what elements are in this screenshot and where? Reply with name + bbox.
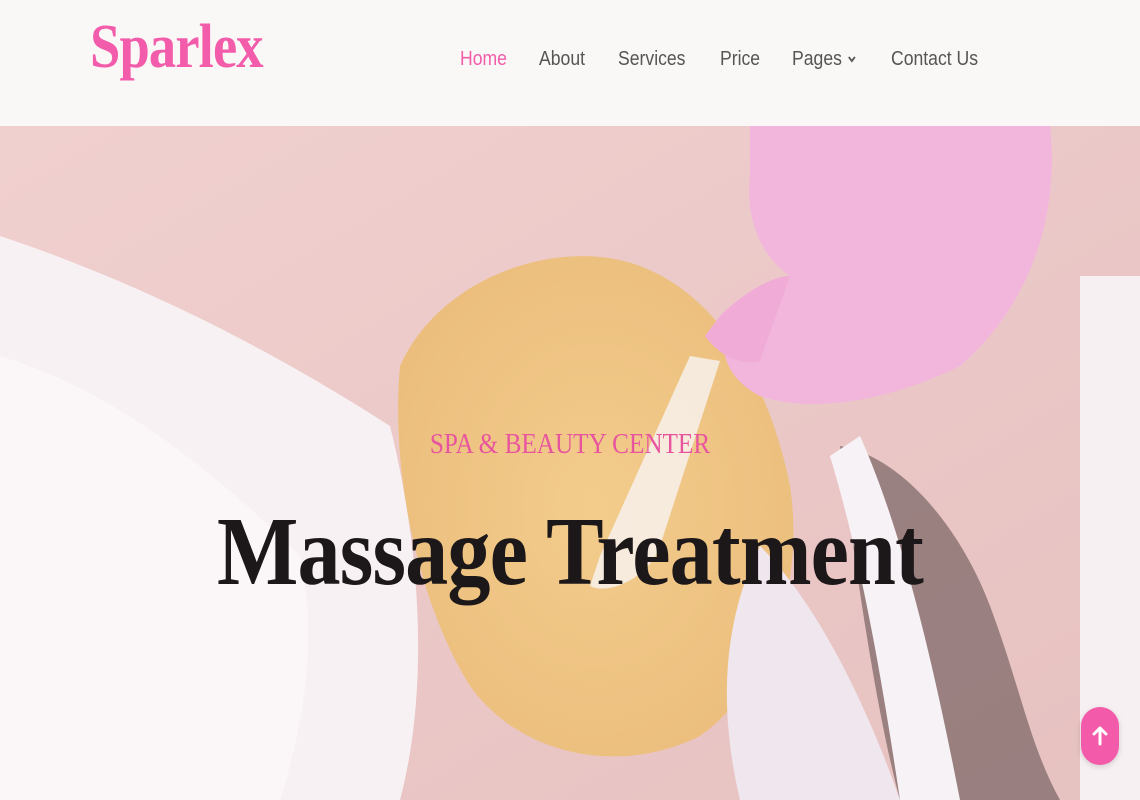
nav-item-label: Services <box>617 47 686 70</box>
site-header: Sparlex Home About Services Price Pages … <box>0 0 1140 126</box>
nav-item-label: Pages <box>791 47 842 70</box>
nav-item-home[interactable]: Home <box>460 48 507 71</box>
hero-banner: SPA & BEAUTY CENTER Massage Treatment <box>0 126 1140 800</box>
site-logo[interactable]: Sparlex <box>90 12 264 83</box>
chevron-down-icon <box>847 56 856 63</box>
main-nav: Home About Services Price Pages Contact … <box>460 44 1016 74</box>
nav-item-services[interactable]: Services <box>618 48 685 71</box>
nav-item-pages[interactable]: Pages <box>792 48 856 71</box>
nav-item-label: About <box>539 47 586 70</box>
nav-item-contact[interactable]: Contact Us <box>891 48 978 71</box>
nav-item-label: Contact Us <box>890 47 978 70</box>
hero-subtitle: SPA & BEAUTY CENTER <box>429 429 711 460</box>
nav-item-label: Price <box>720 47 761 70</box>
nav-item-about[interactable]: About <box>539 48 585 71</box>
back-to-top-button[interactable] <box>1081 707 1119 765</box>
nav-item-label: Home <box>460 47 507 70</box>
nav-item-price[interactable]: Price <box>720 48 760 71</box>
hero-title: Massage Treatment <box>217 498 924 606</box>
arrow-up-icon <box>1092 726 1108 746</box>
hero-background-image <box>0 126 1140 800</box>
